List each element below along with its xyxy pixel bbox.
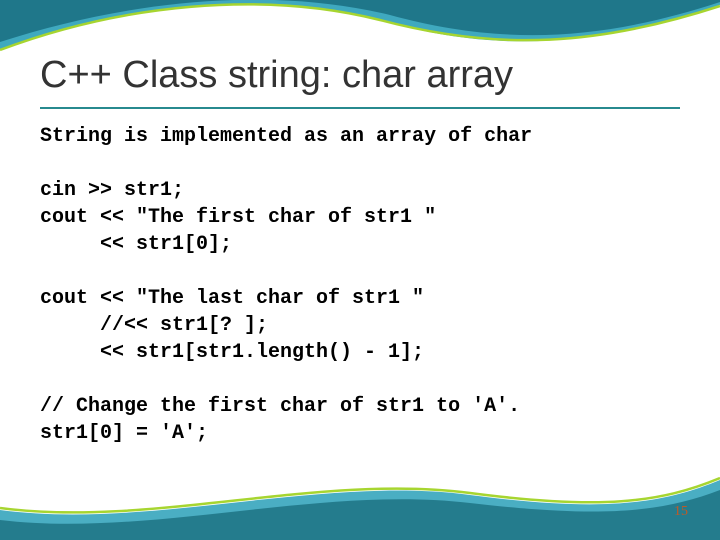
decorative-swoosh-bottom — [0, 470, 720, 540]
title-underline — [40, 107, 680, 109]
code-block: String is implemented as an array of cha… — [40, 123, 680, 447]
page-number: 15 — [674, 504, 688, 520]
slide-title: C++ Class string: char array — [40, 55, 680, 97]
decorative-swoosh-top — [0, 0, 720, 60]
slide-content: C++ Class string: char array String is i… — [40, 55, 680, 447]
